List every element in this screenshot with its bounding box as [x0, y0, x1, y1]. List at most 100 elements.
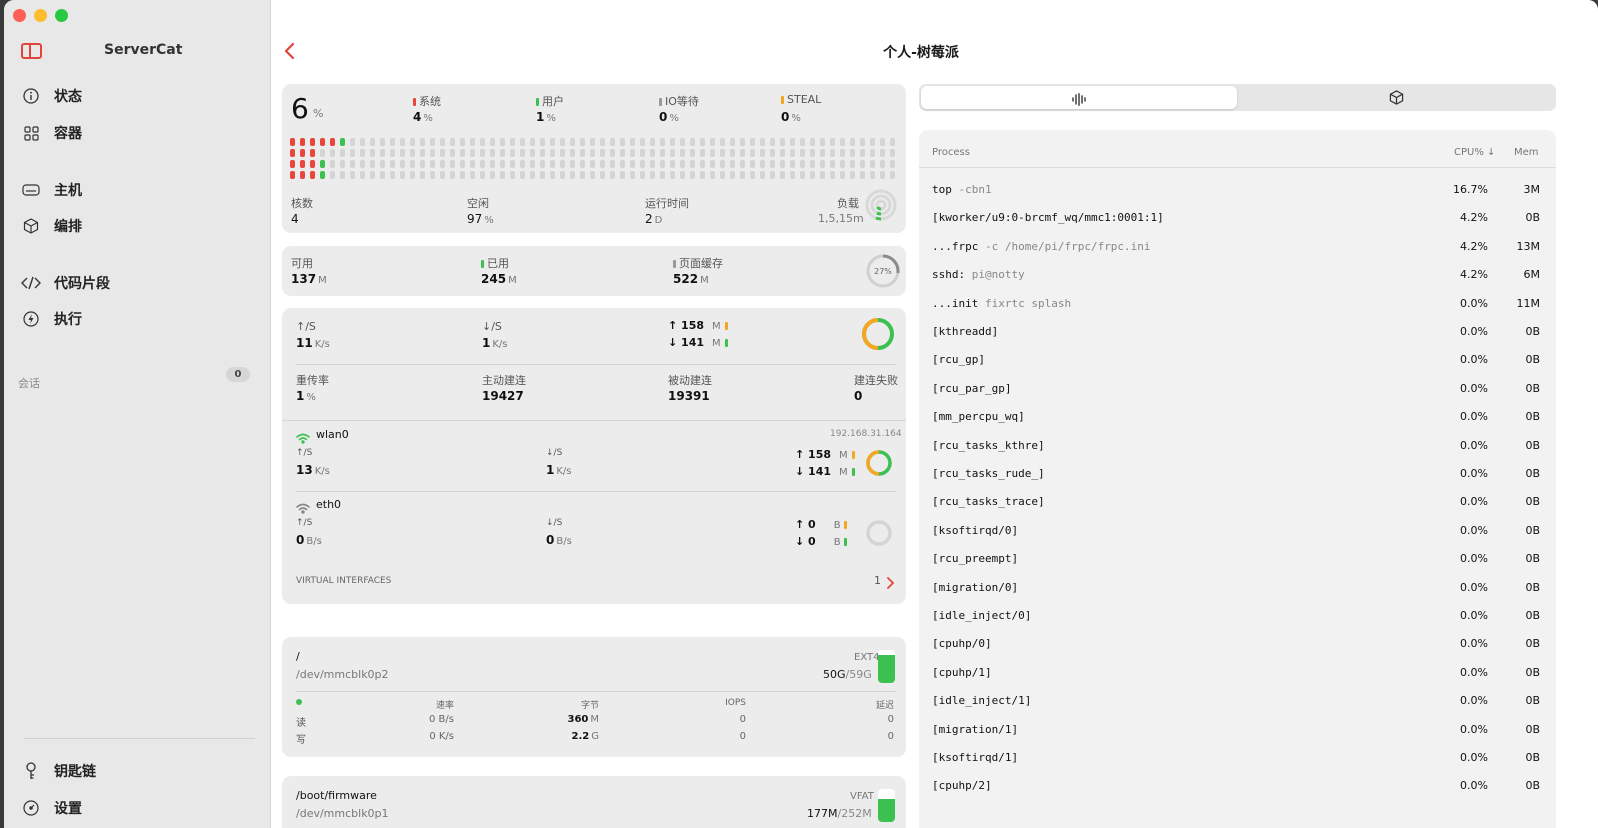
header-process[interactable]: Process	[932, 147, 970, 158]
sidebar-toggle-icon[interactable]	[21, 43, 42, 59]
core-usage-cell	[390, 138, 395, 146]
minimize-window-button[interactable]	[34, 9, 47, 22]
process-command: [mm_percpu_wq]	[932, 410, 1025, 424]
sidebar-item-label: 状态	[54, 89, 82, 105]
core-usage-cell	[710, 171, 715, 179]
zoom-window-button[interactable]	[55, 9, 68, 22]
process-row[interactable]: [ksoftirqd/1] 0.0% 0B	[919, 745, 1556, 773]
core-usage-cell	[820, 160, 825, 168]
core-usage-cell	[440, 171, 445, 179]
core-usage-cell	[560, 171, 565, 179]
process-row[interactable]: [rcu_preempt] 0.0% 0B	[919, 546, 1556, 574]
core-usage-cell	[650, 138, 655, 146]
sidebar-item-label: 设置	[54, 801, 82, 817]
cpu-stat-label: STEAL	[781, 93, 821, 106]
core-usage-cell	[510, 149, 515, 157]
sidebar-item-keychain[interactable]: 钥匙链	[20, 758, 255, 784]
core-usage-cell	[740, 160, 745, 168]
core-usage-cell	[330, 149, 335, 157]
process-row[interactable]: [cpuhp/1] 0.0% 0B	[919, 660, 1556, 688]
core-usage-cell	[870, 160, 875, 168]
core-usage-cell	[700, 149, 705, 157]
chevron-right-icon	[886, 574, 895, 593]
core-usage-cell	[490, 160, 495, 168]
process-table: Process CPU% ↓ Mem top -cbn1 16.7% 3M [kwor…	[919, 130, 1556, 828]
process-row[interactable]: ...init fixrtc splash 0.0% 11M	[919, 291, 1556, 319]
sidebar-item-hosts[interactable]: 主机	[20, 177, 255, 203]
core-usage-cell	[830, 138, 835, 146]
sidebar-item-containers[interactable]: 容器	[20, 120, 255, 146]
sidebar-item-snippets[interactable]: 代码片段	[20, 270, 255, 296]
segment-processes[interactable]	[921, 86, 1237, 109]
process-row[interactable]: [mm_percpu_wq] 0.0% 0B	[919, 404, 1556, 432]
core-usage-cell	[480, 171, 485, 179]
core-usage-cell	[570, 138, 575, 146]
disk-card-boot[interactable]: /boot/firmware /dev/mmcblk0p1 VFAT 177M/…	[282, 776, 906, 828]
core-usage-cell	[520, 138, 525, 146]
core-usage-cell	[370, 171, 375, 179]
disk-card-root[interactable]: / /dev/mmcblk0p2 EXT4 50G/59G 速率 字节 IOPS…	[282, 637, 906, 757]
process-row[interactable]: [rcu_tasks_trace] 0.0% 0B	[919, 489, 1556, 517]
core-usage-cell	[420, 149, 425, 157]
read-bytes: 360 M	[567, 714, 599, 725]
iface-total-up: ↑ 0B	[795, 518, 850, 531]
idle-label: 空闲	[467, 197, 489, 210]
process-command: [migration/0]	[932, 580, 1019, 594]
core-usage-cell	[740, 138, 745, 146]
disk-usage: 177M/252M	[807, 807, 872, 820]
core-usage-cell	[500, 160, 505, 168]
core-usage-cell	[680, 171, 685, 179]
process-mem: 0B	[1525, 438, 1540, 452]
process-row[interactable]: [rcu_tasks_rude_] 0.0% 0B	[919, 461, 1556, 489]
core-usage-cell	[690, 149, 695, 157]
core-usage-cell	[680, 149, 685, 157]
process-row[interactable]: [rcu_par_gp] 0.0% 0B	[919, 376, 1556, 404]
app-title: ServerCat	[104, 42, 183, 58]
process-row[interactable]: top -cbn1 16.7% 3M	[919, 177, 1556, 205]
core-usage-cell	[290, 160, 295, 168]
sidebar-item-status[interactable]: 状态	[20, 83, 255, 109]
core-usage-cell	[380, 160, 385, 168]
net-up-label: ↑/S	[296, 320, 316, 333]
cpu-stat-value: 1%	[536, 110, 556, 124]
process-row[interactable]: ...frpc -c /home/pi/frpc/frpc.ini 4.2% 13M	[919, 234, 1556, 262]
process-row[interactable]: [kworker/u9:0-brcmf_wq/mmc1:0001:1] 4.2% 0…	[919, 205, 1556, 233]
process-row[interactable]: [idle_inject/1] 0.0% 0B	[919, 688, 1556, 716]
segment-containers[interactable]	[1237, 86, 1554, 109]
core-usage-cell	[620, 138, 625, 146]
process-row[interactable]: [rcu_tasks_kthre] 0.0% 0B	[919, 433, 1556, 461]
disk-fs: EXT4	[854, 652, 880, 663]
cpu-stat-value: 0%	[781, 110, 801, 124]
close-window-button[interactable]	[13, 9, 26, 22]
uptime-label: 运行时间	[645, 197, 689, 210]
header-mem[interactable]: Mem	[1514, 147, 1539, 158]
core-usage-cell	[620, 171, 625, 179]
process-command: ...frpc -c /home/pi/frpc/frpc.ini	[932, 239, 1151, 253]
cpu-card: 6 % 系统 4% 用户 1% IO等待 0% STEAL 0% 核数 4 空闲 97% 运行…	[282, 84, 906, 233]
header-cpu[interactable]: CPU% ↓	[1454, 147, 1495, 158]
process-command: [ksoftirqd/0]	[932, 523, 1019, 537]
core-usage-cell	[600, 160, 605, 168]
core-usage-cell	[760, 138, 765, 146]
sidebar-item-settings[interactable]: 设置	[20, 795, 255, 821]
core-usage-cell	[720, 149, 725, 157]
process-mem: 13M	[1516, 239, 1541, 253]
process-cpu: 4.2%	[1460, 211, 1488, 225]
process-row[interactable]: [cpuhp/0] 0.0% 0B	[919, 631, 1556, 659]
process-row[interactable]: [migration/0] 0.0% 0B	[919, 575, 1556, 603]
process-row[interactable]: [cpuhp/2] 0.0% 0B	[919, 773, 1556, 801]
sidebar-item-compose[interactable]: 编排	[20, 213, 255, 239]
process-row[interactable]: [kthreadd] 0.0% 0B	[919, 319, 1556, 347]
wifi-icon	[296, 499, 310, 518]
process-row[interactable]: sshd: pi@notty 4.2% 6M	[919, 262, 1556, 290]
core-usage-cell	[300, 149, 305, 157]
process-row[interactable]: [idle_inject/0] 0.0% 0B	[919, 603, 1556, 631]
load-rings-icon	[865, 189, 897, 221]
iface-down-label: ↓/S	[546, 448, 563, 458]
process-row[interactable]: [rcu_gp] 0.0% 0B	[919, 347, 1556, 375]
sidebar-item-execute[interactable]: 执行	[20, 306, 255, 332]
core-usage-cell	[490, 171, 495, 179]
process-row[interactable]: [migration/1] 0.0% 0B	[919, 717, 1556, 745]
core-usage-cell	[320, 138, 325, 146]
process-row[interactable]: [ksoftirqd/0] 0.0% 0B	[919, 518, 1556, 546]
